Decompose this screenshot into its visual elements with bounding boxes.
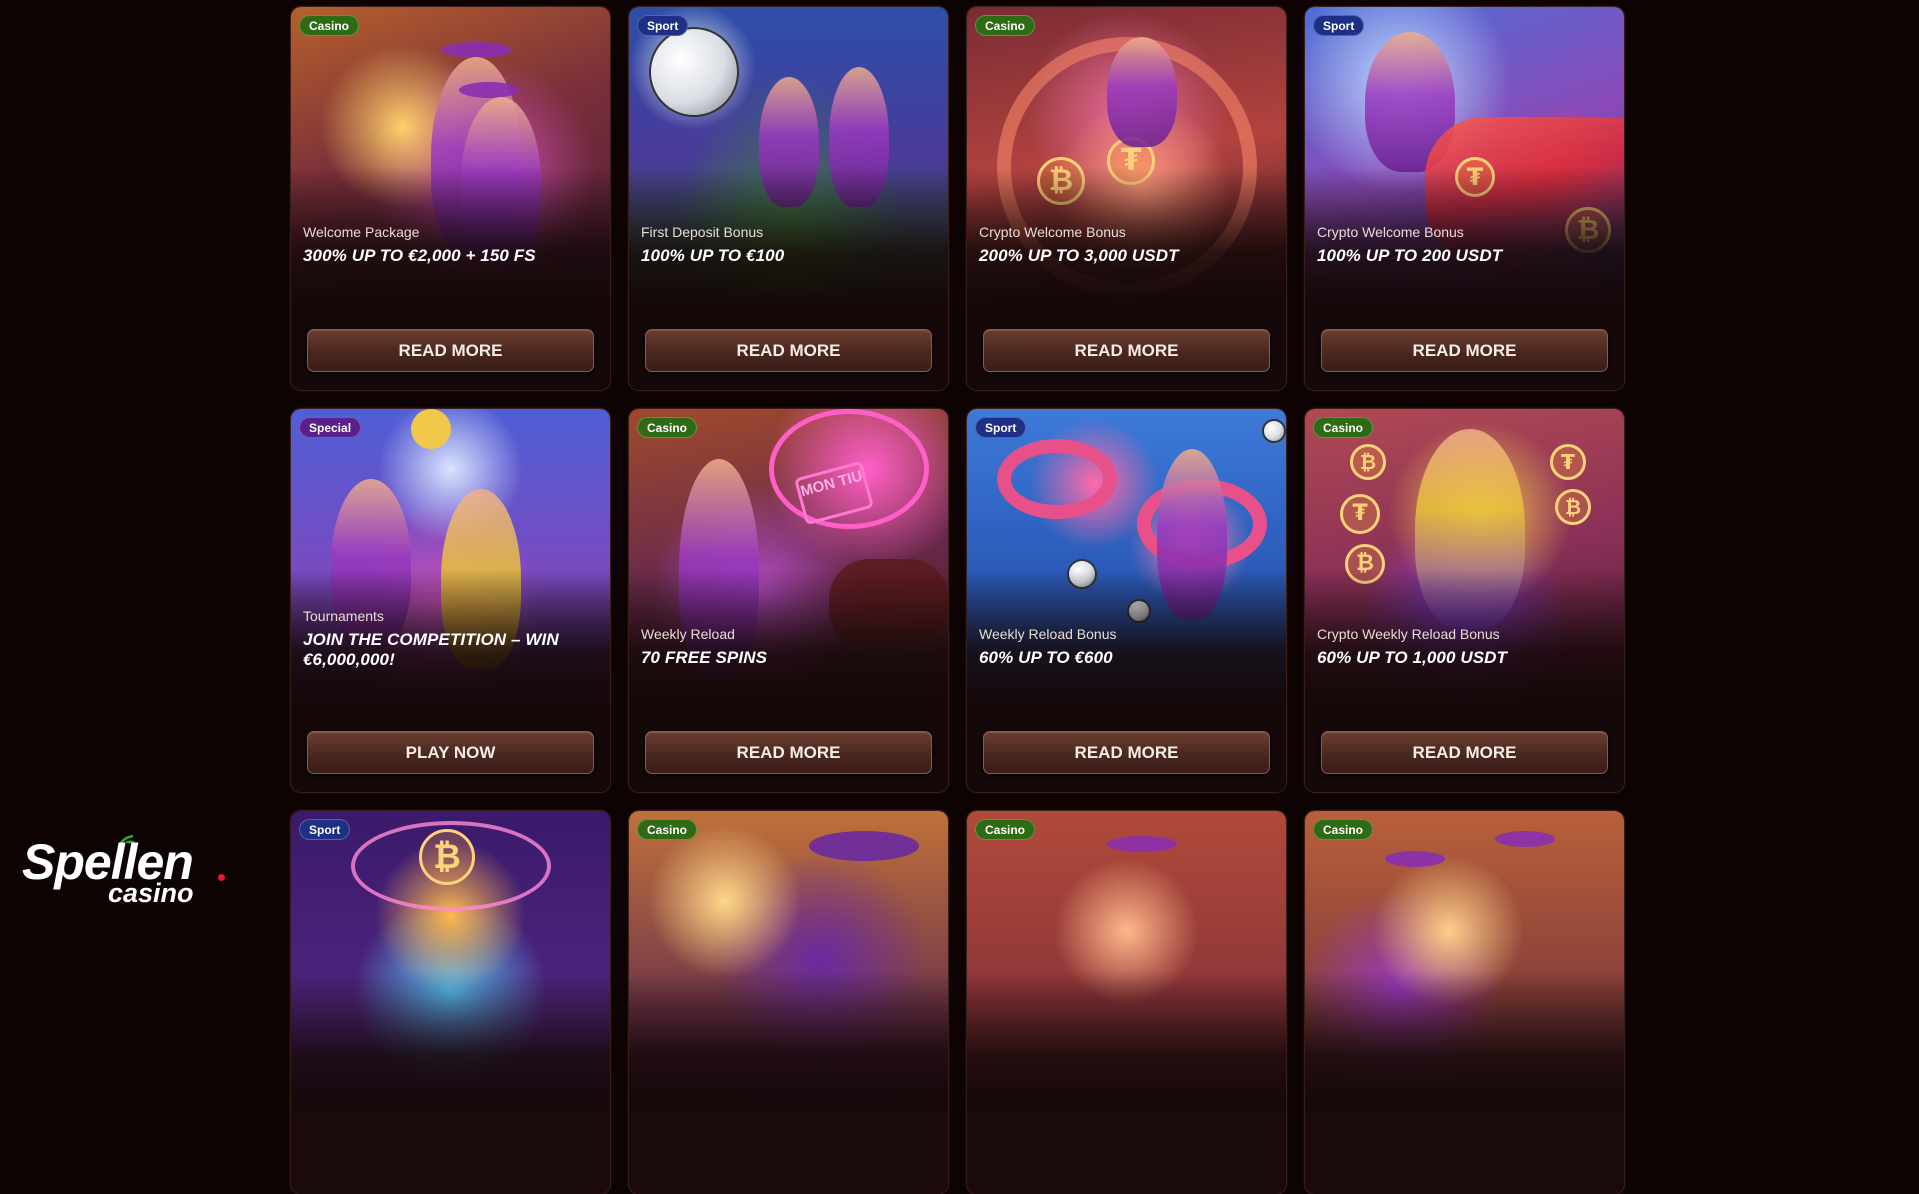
- soccer-ball-illustration: [1067, 559, 1097, 589]
- promo-card[interactable]: Casino: [1305, 811, 1624, 1194]
- promo-title: JOIN THE COMPETITION – WIN €6,000,000!: [303, 630, 559, 669]
- tether-icon: ₮: [1340, 494, 1380, 534]
- read-more-button[interactable]: READ MORE: [983, 329, 1270, 372]
- promo-art: [967, 811, 1286, 1111]
- category-badge: Casino: [299, 15, 360, 36]
- site-logo[interactable]: Spellen casino: [22, 834, 232, 908]
- promo-title: 60% UP TO €600: [979, 648, 1113, 667]
- cowboy-hat-illustration: [441, 42, 511, 58]
- promo-subtitle: Weekly Reload Bonus: [979, 626, 1117, 642]
- play-now-button[interactable]: PLAY NOW: [307, 731, 594, 774]
- pool-float-illustration: [997, 439, 1117, 519]
- promo-title: 60% UP TO 1,000 USDT: [1317, 648, 1508, 667]
- character-illustration: [1157, 449, 1227, 619]
- promo-subtitle: Crypto Welcome Bonus: [979, 224, 1126, 240]
- promo-subtitle: First Deposit Bonus: [641, 224, 764, 240]
- bitcoin-icon: ₿: [1555, 489, 1591, 525]
- motorcycle-illustration: [829, 559, 948, 649]
- cowboy-hat-illustration: [459, 82, 519, 98]
- tether-icon: ₮: [1550, 444, 1586, 480]
- character-illustration: [461, 97, 541, 267]
- category-badge: Sport: [1313, 15, 1365, 36]
- cowboy-hat-illustration: [1107, 836, 1177, 852]
- category-badge: Casino: [637, 417, 698, 438]
- character-illustration: [829, 67, 889, 207]
- read-more-button[interactable]: READ MORE: [645, 731, 932, 774]
- category-badge: Special: [299, 417, 362, 438]
- promo-subtitle: Welcome Package: [303, 224, 420, 240]
- read-more-button[interactable]: READ MORE: [307, 329, 594, 372]
- trophy-icon: [411, 409, 451, 449]
- promo-card[interactable]: Sport First Deposit Bonus 100% UP TO €10…: [629, 7, 948, 390]
- promo-art: [1305, 811, 1624, 1111]
- promo-card[interactable]: Casino Welcome Package 300% UP TO €2,000…: [291, 7, 610, 390]
- promo-art: ₿: [291, 811, 610, 1111]
- promo-subtitle: Weekly Reload: [641, 626, 735, 642]
- cowboy-hat-illustration: [809, 831, 919, 861]
- promotions-grid: Casino Welcome Package 300% UP TO €2,000…: [291, 7, 1627, 1194]
- promo-card[interactable]: MON TIU Casino Weekly Reload 70 FREE SPI…: [629, 409, 948, 792]
- promo-card[interactable]: Sport Weekly Reload Bonus 60% UP TO €600…: [967, 409, 1286, 792]
- category-badge: Sport: [299, 819, 351, 840]
- promo-card[interactable]: Casino: [629, 811, 948, 1194]
- category-badge: Sport: [975, 417, 1027, 438]
- tether-icon: ₮: [1455, 157, 1495, 197]
- category-badge: Casino: [1313, 417, 1374, 438]
- promo-subtitle: Crypto Welcome Bonus: [1317, 224, 1464, 240]
- cowboy-hat-illustration: [1495, 831, 1555, 847]
- read-more-button[interactable]: READ MORE: [983, 731, 1270, 774]
- promo-card[interactable]: ₮ ₿ Sport Crypto Welcome Bonus 100% UP T…: [1305, 7, 1624, 390]
- logo-dot: [218, 874, 225, 881]
- category-badge: Casino: [637, 819, 698, 840]
- promo-title: 300% UP TO €2,000 + 150 FS: [303, 246, 536, 265]
- read-more-button[interactable]: READ MORE: [1321, 731, 1608, 774]
- character-illustration: [1415, 429, 1525, 629]
- read-more-button[interactable]: READ MORE: [645, 329, 932, 372]
- character-illustration: [1107, 37, 1177, 147]
- category-badge: Casino: [975, 819, 1036, 840]
- soccer-ball-illustration: [1262, 419, 1286, 443]
- promo-subtitle: Crypto Weekly Reload Bonus: [1317, 626, 1500, 642]
- promo-card[interactable]: ₿ Sport: [291, 811, 610, 1194]
- promo-card[interactable]: Special Tournaments JOIN THE COMPETITION…: [291, 409, 610, 792]
- category-badge: Sport: [637, 15, 689, 36]
- bitcoin-icon: ₿: [1350, 444, 1386, 480]
- promo-subtitle: Tournaments: [303, 608, 384, 624]
- soccer-ball-illustration: [649, 27, 739, 117]
- promo-title: 200% UP TO 3,000 USDT: [979, 246, 1179, 265]
- soccer-ball-illustration: [1127, 599, 1151, 623]
- bitcoin-icon: ₿: [1345, 544, 1385, 584]
- bitcoin-icon: ₿: [1037, 157, 1085, 205]
- character-illustration: [679, 459, 759, 679]
- promo-title: 100% UP TO 200 USDT: [1317, 246, 1503, 265]
- bitcoin-icon: ₿: [419, 829, 475, 885]
- logo-subtext: casino: [108, 878, 194, 908]
- cowboy-hat-illustration: [1385, 851, 1445, 867]
- promo-card[interactable]: ₿ ₮ Casino Crypto Welcome Bonus 200% UP …: [967, 7, 1286, 390]
- category-badge: Casino: [1313, 819, 1374, 840]
- promo-title: 70 FREE SPINS: [641, 648, 768, 667]
- promo-art: [629, 811, 948, 1111]
- promo-card[interactable]: Casino: [967, 811, 1286, 1194]
- character-illustration: [759, 77, 819, 207]
- promo-title: 100% UP TO €100: [641, 246, 785, 265]
- read-more-button[interactable]: READ MORE: [1321, 329, 1608, 372]
- promo-card[interactable]: ₿ ₮ ₿ ₮ ₿ Casino Crypto Weekly Reload Bo…: [1305, 409, 1624, 792]
- category-badge: Casino: [975, 15, 1036, 36]
